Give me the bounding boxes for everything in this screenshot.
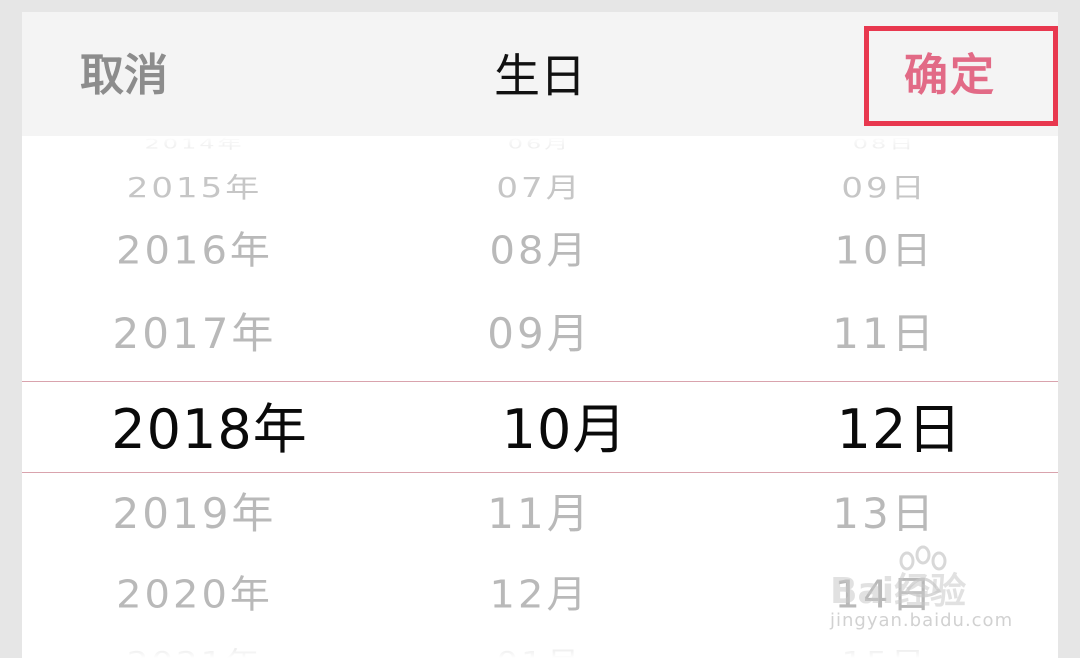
day-option[interactable]: 10日 [712, 225, 1057, 276]
month-option[interactable]: 12月 [367, 569, 712, 620]
selection-line-top [22, 381, 1058, 382]
selected-day[interactable]: 12日 [727, 390, 1058, 470]
day-option[interactable]: 13日 [712, 486, 1057, 542]
selected-month[interactable]: 10月 [392, 390, 737, 470]
year-option[interactable]: 2015年 [22, 170, 367, 205]
watermark-brand: Bai经验 [830, 571, 967, 612]
month-option[interactable]: 07月 [367, 170, 712, 205]
day-option[interactable]: 09日 [712, 170, 1057, 205]
wheel-fade-top [22, 136, 1058, 166]
month-option[interactable]: 09月 [367, 306, 712, 362]
selected-year[interactable]: 2018年 [37, 390, 382, 470]
year-option[interactable]: 2016年 [22, 225, 367, 276]
confirm-highlight-box [864, 26, 1058, 126]
year-option[interactable]: 2019年 [22, 486, 367, 542]
day-option[interactable]: 11日 [712, 306, 1057, 362]
month-option[interactable]: 11月 [367, 486, 712, 542]
month-option[interactable]: 08月 [367, 225, 712, 276]
watermark-url: jingyan.baidu.com [830, 610, 1014, 631]
year-option[interactable]: 2020年 [22, 569, 367, 620]
year-option[interactable]: 2017年 [22, 306, 367, 362]
selection-line-bottom [22, 472, 1058, 473]
